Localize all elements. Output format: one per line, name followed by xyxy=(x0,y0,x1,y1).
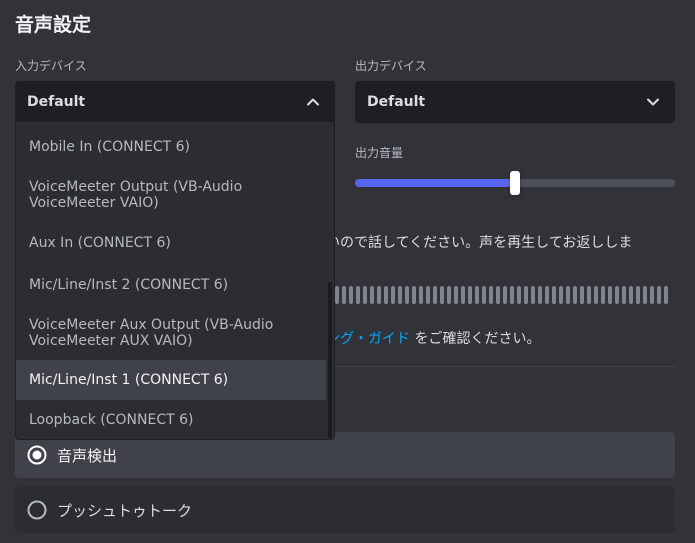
meter-bar xyxy=(440,286,444,304)
meter-bar xyxy=(615,286,619,304)
input-device-option[interactable]: VoiceMeeter Aux Output (VB-Audio VoiceMe… xyxy=(16,305,326,360)
dropdown-scrollbar[interactable] xyxy=(328,282,332,438)
meter-bar xyxy=(608,286,612,304)
meter-bar xyxy=(559,286,563,304)
output-volume-slider[interactable] xyxy=(355,171,675,195)
meter-bar xyxy=(391,286,395,304)
meter-bar xyxy=(629,286,633,304)
meter-bar xyxy=(643,286,647,304)
meter-bar xyxy=(370,286,374,304)
meter-bar xyxy=(664,286,668,304)
radio-unchecked-icon xyxy=(27,500,47,520)
mic-level-meter xyxy=(335,286,675,304)
meter-bar xyxy=(377,286,381,304)
meter-bar xyxy=(622,286,626,304)
input-device-option[interactable]: VoiceMeeter Output (VB-Audio VoiceMeeter… xyxy=(16,169,326,221)
input-mode-voice-activity-label: 音声検出 xyxy=(57,446,118,465)
output-device-label: 出力デバイス xyxy=(355,59,427,73)
meter-bar xyxy=(419,286,423,304)
meter-bar xyxy=(335,286,339,304)
meter-bar xyxy=(587,286,591,304)
meter-bar xyxy=(363,286,367,304)
meter-bar xyxy=(594,286,598,304)
chevron-up-icon xyxy=(307,98,319,106)
meter-bar xyxy=(475,286,479,304)
input-device-dropdown: Mobile In (CONNECT 6) VoiceMeeter Output… xyxy=(15,122,335,440)
input-device-label: 入力デバイス xyxy=(15,59,87,73)
meter-bar xyxy=(573,286,577,304)
meter-bar xyxy=(601,286,605,304)
section-title: 音声設定 xyxy=(15,14,92,36)
output-volume-label: 出力音量 xyxy=(355,146,404,160)
input-device-value: Default xyxy=(27,94,86,110)
input-device-option-highlighted[interactable]: Mic/Line/Inst 1 (CONNECT 6) xyxy=(16,360,326,400)
troubleshooting-guide-suffix: をご確認ください。 xyxy=(410,331,541,347)
meter-bar xyxy=(489,286,493,304)
troubleshooting-guide-text: ィング・ガイド をご確認ください。 xyxy=(312,328,540,348)
meter-bar xyxy=(398,286,402,304)
meter-bar xyxy=(342,286,346,304)
meter-bar xyxy=(433,286,437,304)
divider xyxy=(335,366,675,367)
output-volume-handle[interactable] xyxy=(510,171,520,195)
meter-bar xyxy=(538,286,542,304)
meter-bar xyxy=(517,286,521,304)
meter-bar xyxy=(356,286,360,304)
meter-bar xyxy=(566,286,570,304)
meter-bar xyxy=(531,286,535,304)
input-device-option[interactable]: Aux In (CONNECT 6) xyxy=(16,221,326,265)
input-device-select[interactable]: Default xyxy=(15,81,335,123)
meter-bar xyxy=(545,286,549,304)
meter-bar xyxy=(510,286,514,304)
meter-bar xyxy=(461,286,465,304)
output-device-select[interactable]: Default xyxy=(355,81,675,123)
meter-bar xyxy=(349,286,353,304)
meter-bar xyxy=(384,286,388,304)
meter-bar xyxy=(412,286,416,304)
meter-bar xyxy=(447,286,451,304)
meter-bar xyxy=(650,286,654,304)
meter-bar xyxy=(503,286,507,304)
input-mode-push-to-talk-label: プッシュトゥトーク xyxy=(57,501,193,520)
input-mode-push-to-talk[interactable]: プッシュトゥトーク xyxy=(15,487,675,533)
meter-bar xyxy=(426,286,430,304)
input-device-option[interactable]: Mic/Line/Inst 2 (CONNECT 6) xyxy=(16,265,326,305)
radio-checked-icon xyxy=(27,445,47,465)
meter-bar xyxy=(636,286,640,304)
meter-bar xyxy=(552,286,556,304)
input-device-option[interactable]: Mobile In (CONNECT 6) xyxy=(16,125,326,169)
meter-bar xyxy=(482,286,486,304)
chevron-down-icon xyxy=(647,98,659,106)
output-device-value: Default xyxy=(367,94,426,110)
meter-bar xyxy=(468,286,472,304)
meter-bar xyxy=(580,286,584,304)
mic-test-description: いいので話してください。声を再生してお返ししま xyxy=(312,235,633,251)
meter-bar xyxy=(524,286,528,304)
input-device-option[interactable]: Loopback (CONNECT 6) xyxy=(16,400,326,439)
output-volume-fill xyxy=(355,179,515,187)
meter-bar xyxy=(454,286,458,304)
meter-bar xyxy=(657,286,661,304)
meter-bar xyxy=(496,286,500,304)
meter-bar xyxy=(405,286,409,304)
